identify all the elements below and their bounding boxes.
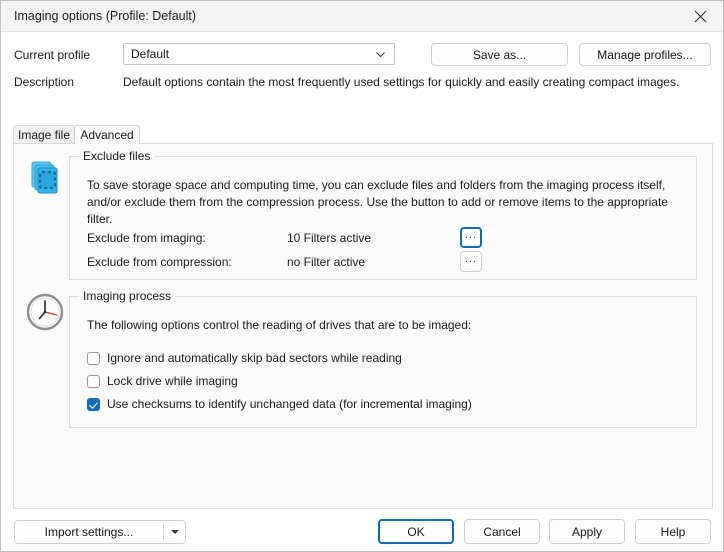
tab-advanced[interactable]: Advanced [74, 125, 140, 144]
exclude-from-compression-value: no Filter active [287, 255, 366, 269]
exclude-files-group-title: Exclude files [79, 149, 155, 163]
window-title: Imaging options (Profile: Default) [14, 9, 197, 23]
exclude-from-compression-browse-button[interactable]: ... [460, 251, 482, 272]
clock-icon [23, 290, 67, 334]
exclude-from-imaging-browse-button[interactable]: ... [460, 227, 482, 248]
exclude-from-compression-label: Exclude from compression: [87, 255, 232, 269]
profile-select-value: Default [131, 47, 170, 61]
help-button[interactable]: Help [635, 519, 711, 544]
cancel-button[interactable]: Cancel [464, 519, 540, 544]
description-label: Description [14, 75, 75, 89]
exclude-files-description: To save storage space and computing time… [87, 178, 668, 226]
checkbox-label-lock-drive: Lock drive while imaging [107, 374, 238, 388]
imaging-process-group: Imaging process The following options co… [69, 289, 697, 428]
profile-description-text: Default options contain the most frequen… [123, 75, 680, 89]
tab-image-file[interactable]: Image file [13, 125, 75, 144]
checkbox-lock-drive[interactable]: Lock drive while imaging [87, 372, 238, 390]
caret-down-icon[interactable] [171, 530, 179, 534]
checkbox-box-use-checksums[interactable] [87, 397, 100, 411]
chevron-down-icon [374, 48, 387, 61]
title-bar: Imaging options (Profile: Default) [1, 1, 723, 32]
checkbox-box-lock-drive[interactable] [87, 374, 100, 388]
manage-profiles-button[interactable]: Manage profiles... [579, 43, 711, 66]
import-settings-split-button[interactable]: Import settings... [14, 520, 186, 544]
file-stack-icon [23, 157, 67, 201]
checkbox-label-use-checksums: Use checksums to identify unchanged data… [107, 397, 472, 411]
checkbox-box-skip-bad-sectors[interactable] [87, 351, 100, 365]
import-settings-separator [163, 524, 164, 540]
exclude-files-group: Exclude files To save storage space and … [69, 149, 697, 280]
checkbox-skip-bad-sectors[interactable]: Ignore and automatically skip bad sector… [87, 349, 402, 367]
ok-button[interactable]: OK [378, 519, 454, 544]
exclude-from-imaging-label: Exclude from imaging: [87, 231, 206, 245]
import-settings-label: Import settings... [44, 525, 134, 539]
profile-select[interactable]: Default [123, 43, 395, 65]
close-button[interactable] [677, 1, 723, 31]
exclude-from-imaging-value: 10 Filters active [287, 231, 372, 245]
checkbox-use-checksums[interactable]: Use checksums to identify unchanged data… [87, 395, 472, 413]
close-icon [694, 10, 707, 23]
save-as-button[interactable]: Save as... [431, 43, 568, 66]
apply-button[interactable]: Apply [549, 519, 625, 544]
imaging-options-dialog: Imaging options (Profile: Default) Curre… [0, 0, 724, 552]
current-profile-label: Current profile [14, 48, 91, 62]
tab-join-strip [75, 143, 139, 144]
imaging-process-description: The following options control the readin… [87, 318, 472, 332]
checkbox-label-skip-bad-sectors: Ignore and automatically skip bad sector… [107, 351, 402, 365]
imaging-process-group-title: Imaging process [79, 289, 176, 303]
